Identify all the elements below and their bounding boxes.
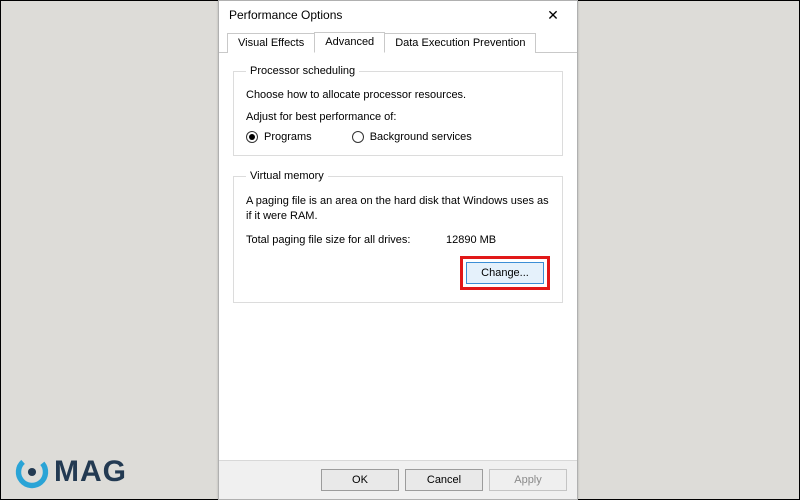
processor-scheduling-options: Programs Background services — [246, 131, 550, 143]
processor-scheduling-description: Choose how to allocate processor resourc… — [246, 89, 550, 101]
close-icon: ✕ — [547, 7, 559, 24]
virtual-memory-legend: Virtual memory — [246, 170, 328, 182]
virtual-memory-total-row: Total paging file size for all drives: 1… — [246, 234, 550, 246]
radio-dot-icon — [246, 131, 258, 143]
tab-dep[interactable]: Data Execution Prevention — [384, 33, 536, 53]
performance-options-dialog: Performance Options ✕ Visual Effects Adv… — [218, 0, 578, 500]
watermark-logo: MAG — [14, 454, 127, 490]
close-button[interactable]: ✕ — [535, 4, 571, 26]
processor-scheduling-legend: Processor scheduling — [246, 65, 359, 77]
tab-visual-effects[interactable]: Visual Effects — [227, 33, 315, 53]
annotation-highlight: Change... — [460, 256, 550, 290]
processor-scheduling-group: Processor scheduling Choose how to alloc… — [233, 65, 563, 156]
tab-content-advanced: Processor scheduling Choose how to alloc… — [219, 53, 577, 460]
processor-scheduling-sublabel: Adjust for best performance of: — [246, 111, 550, 123]
radio-background-services[interactable]: Background services — [352, 131, 472, 143]
change-button-wrap: Change... — [246, 256, 550, 290]
virtual-memory-description: A paging file is an area on the hard dis… — [246, 194, 550, 224]
dialog-footer: OK Cancel Apply — [219, 460, 577, 499]
titlebar: Performance Options ✕ — [219, 1, 577, 29]
apply-button[interactable]: Apply — [489, 469, 567, 491]
cancel-button[interactable]: Cancel — [405, 469, 483, 491]
ok-button[interactable]: OK — [321, 469, 399, 491]
watermark-text: MAG — [54, 455, 127, 489]
radio-programs-label: Programs — [264, 131, 312, 143]
virtual-memory-group: Virtual memory A paging file is an area … — [233, 170, 563, 303]
radio-dot-icon — [352, 131, 364, 143]
watermark-icon — [14, 454, 50, 490]
tab-advanced[interactable]: Advanced — [314, 32, 385, 53]
tabstrip: Visual Effects Advanced Data Execution P… — [219, 29, 577, 53]
virtual-memory-total-label: Total paging file size for all drives: — [246, 234, 446, 246]
radio-programs[interactable]: Programs — [246, 131, 312, 143]
virtual-memory-total-value: 12890 MB — [446, 234, 550, 246]
change-button[interactable]: Change... — [466, 262, 544, 284]
radio-background-label: Background services — [370, 131, 472, 143]
window-title: Performance Options — [229, 8, 535, 22]
